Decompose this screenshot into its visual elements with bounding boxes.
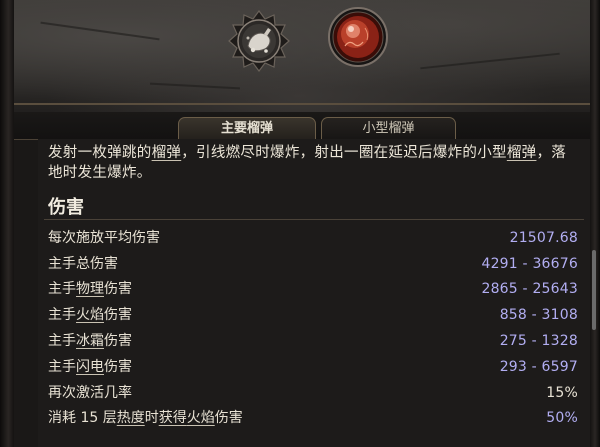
stat-label-text: 时 xyxy=(144,410,159,426)
stat-label: 再次激活几率 xyxy=(48,382,132,404)
stat-label: 主手闪电伤害 xyxy=(48,356,132,378)
fire-grenade-icon[interactable] xyxy=(327,6,389,68)
section-divider xyxy=(44,219,584,220)
stat-label-text: 主手 xyxy=(48,307,76,323)
stat-label: 消耗 15 层热度时获得火焰伤害 xyxy=(48,407,243,429)
stat-value: 21507.68 xyxy=(509,230,578,246)
keyword-fire[interactable]: 火焰 xyxy=(76,307,104,323)
scrollbar-thumb[interactable] xyxy=(592,250,596,330)
stat-row-heat-fire-damage: 消耗 15 层热度时获得火焰伤害 50% xyxy=(48,407,578,429)
frame-right-border xyxy=(590,0,600,447)
stat-value: 15% xyxy=(546,385,578,401)
grenade-bounce-icon[interactable] xyxy=(228,10,290,72)
keyword-cold[interactable]: 冰霜 xyxy=(76,333,104,349)
description-text: 发射一枚弹跳的 xyxy=(48,145,152,161)
keyword-grenade[interactable]: 榴弹 xyxy=(507,145,537,161)
frame-left-border xyxy=(0,0,14,447)
stat-value: 50% xyxy=(546,410,578,426)
stat-label-text: 主手 xyxy=(48,281,76,297)
stat-row-mainhand-fire: 主手火焰伤害 858 - 3108 xyxy=(48,304,578,326)
stat-label-text: 伤害 xyxy=(104,359,132,375)
stat-label-text: 伤害 xyxy=(214,410,243,426)
stat-label-text: 再次激活几率 xyxy=(48,385,132,401)
stat-label: 每次施放平均伤害 xyxy=(48,227,160,249)
stat-label: 主手物理伤害 xyxy=(48,278,132,300)
stat-label-text: 主手 xyxy=(48,359,76,375)
keyword-gain[interactable]: 获得 xyxy=(159,410,187,426)
stat-label: 主手火焰伤害 xyxy=(48,304,132,326)
tab-small-grenade[interactable]: 小型榴弹 xyxy=(321,117,456,140)
stat-value: 858 - 3108 xyxy=(499,307,578,323)
keyword-grenade[interactable]: 榴弹 xyxy=(152,145,182,161)
stat-value: 4291 - 36676 xyxy=(481,256,578,272)
stat-label-text: 消耗 15 层 xyxy=(48,410,117,426)
stat-label-text: 伤害 xyxy=(104,281,132,297)
stat-row-reactivate-chance: 再次激活几率 15% xyxy=(48,382,578,404)
stat-value: 275 - 1328 xyxy=(499,333,578,349)
stat-label-text: 伤害 xyxy=(104,333,132,349)
description-text: ，引线燃尽时爆炸，射出一圈在延迟后爆炸的小型 xyxy=(181,145,507,161)
stat-value: 2865 - 25643 xyxy=(481,281,578,297)
keyword-heat[interactable]: 热度 xyxy=(117,410,145,426)
stat-row-mainhand-lightning: 主手闪电伤害 293 - 6597 xyxy=(48,356,578,378)
keyword-lightning[interactable]: 闪电 xyxy=(76,359,104,375)
keyword-fire[interactable]: 火焰 xyxy=(187,410,215,426)
stat-label-text: 主手 xyxy=(48,333,76,349)
frame-divider xyxy=(14,103,590,105)
stat-label-text: 伤害 xyxy=(104,307,132,323)
stat-row-avg-damage: 每次施放平均伤害 21507.68 xyxy=(48,227,578,249)
tab-main-grenade[interactable]: 主要榴弹 xyxy=(178,117,316,140)
keyword-physical[interactable]: 物理 xyxy=(76,281,104,297)
stat-label: 主手冰霜伤害 xyxy=(48,330,132,352)
stat-row-mainhand-cold: 主手冰霜伤害 275 - 1328 xyxy=(48,330,578,352)
stat-label-text: 每次施放平均伤害 xyxy=(48,230,160,246)
stone-header-background xyxy=(0,0,600,120)
stat-label: 主手总伤害 xyxy=(48,253,118,275)
stat-row-mainhand-total: 主手总伤害 4291 - 36676 xyxy=(48,253,578,275)
skill-description: 发射一枚弹跳的榴弹，引线燃尽时爆炸，射出一圈在延迟后爆炸的小型榴弹，落地时发生爆… xyxy=(48,143,578,183)
stat-label-text: 主手总伤害 xyxy=(48,256,118,272)
section-title-damage: 伤害 xyxy=(48,197,84,218)
stat-value: 293 - 6597 xyxy=(499,359,578,375)
stat-row-mainhand-physical: 主手物理伤害 2865 - 25643 xyxy=(48,278,578,300)
